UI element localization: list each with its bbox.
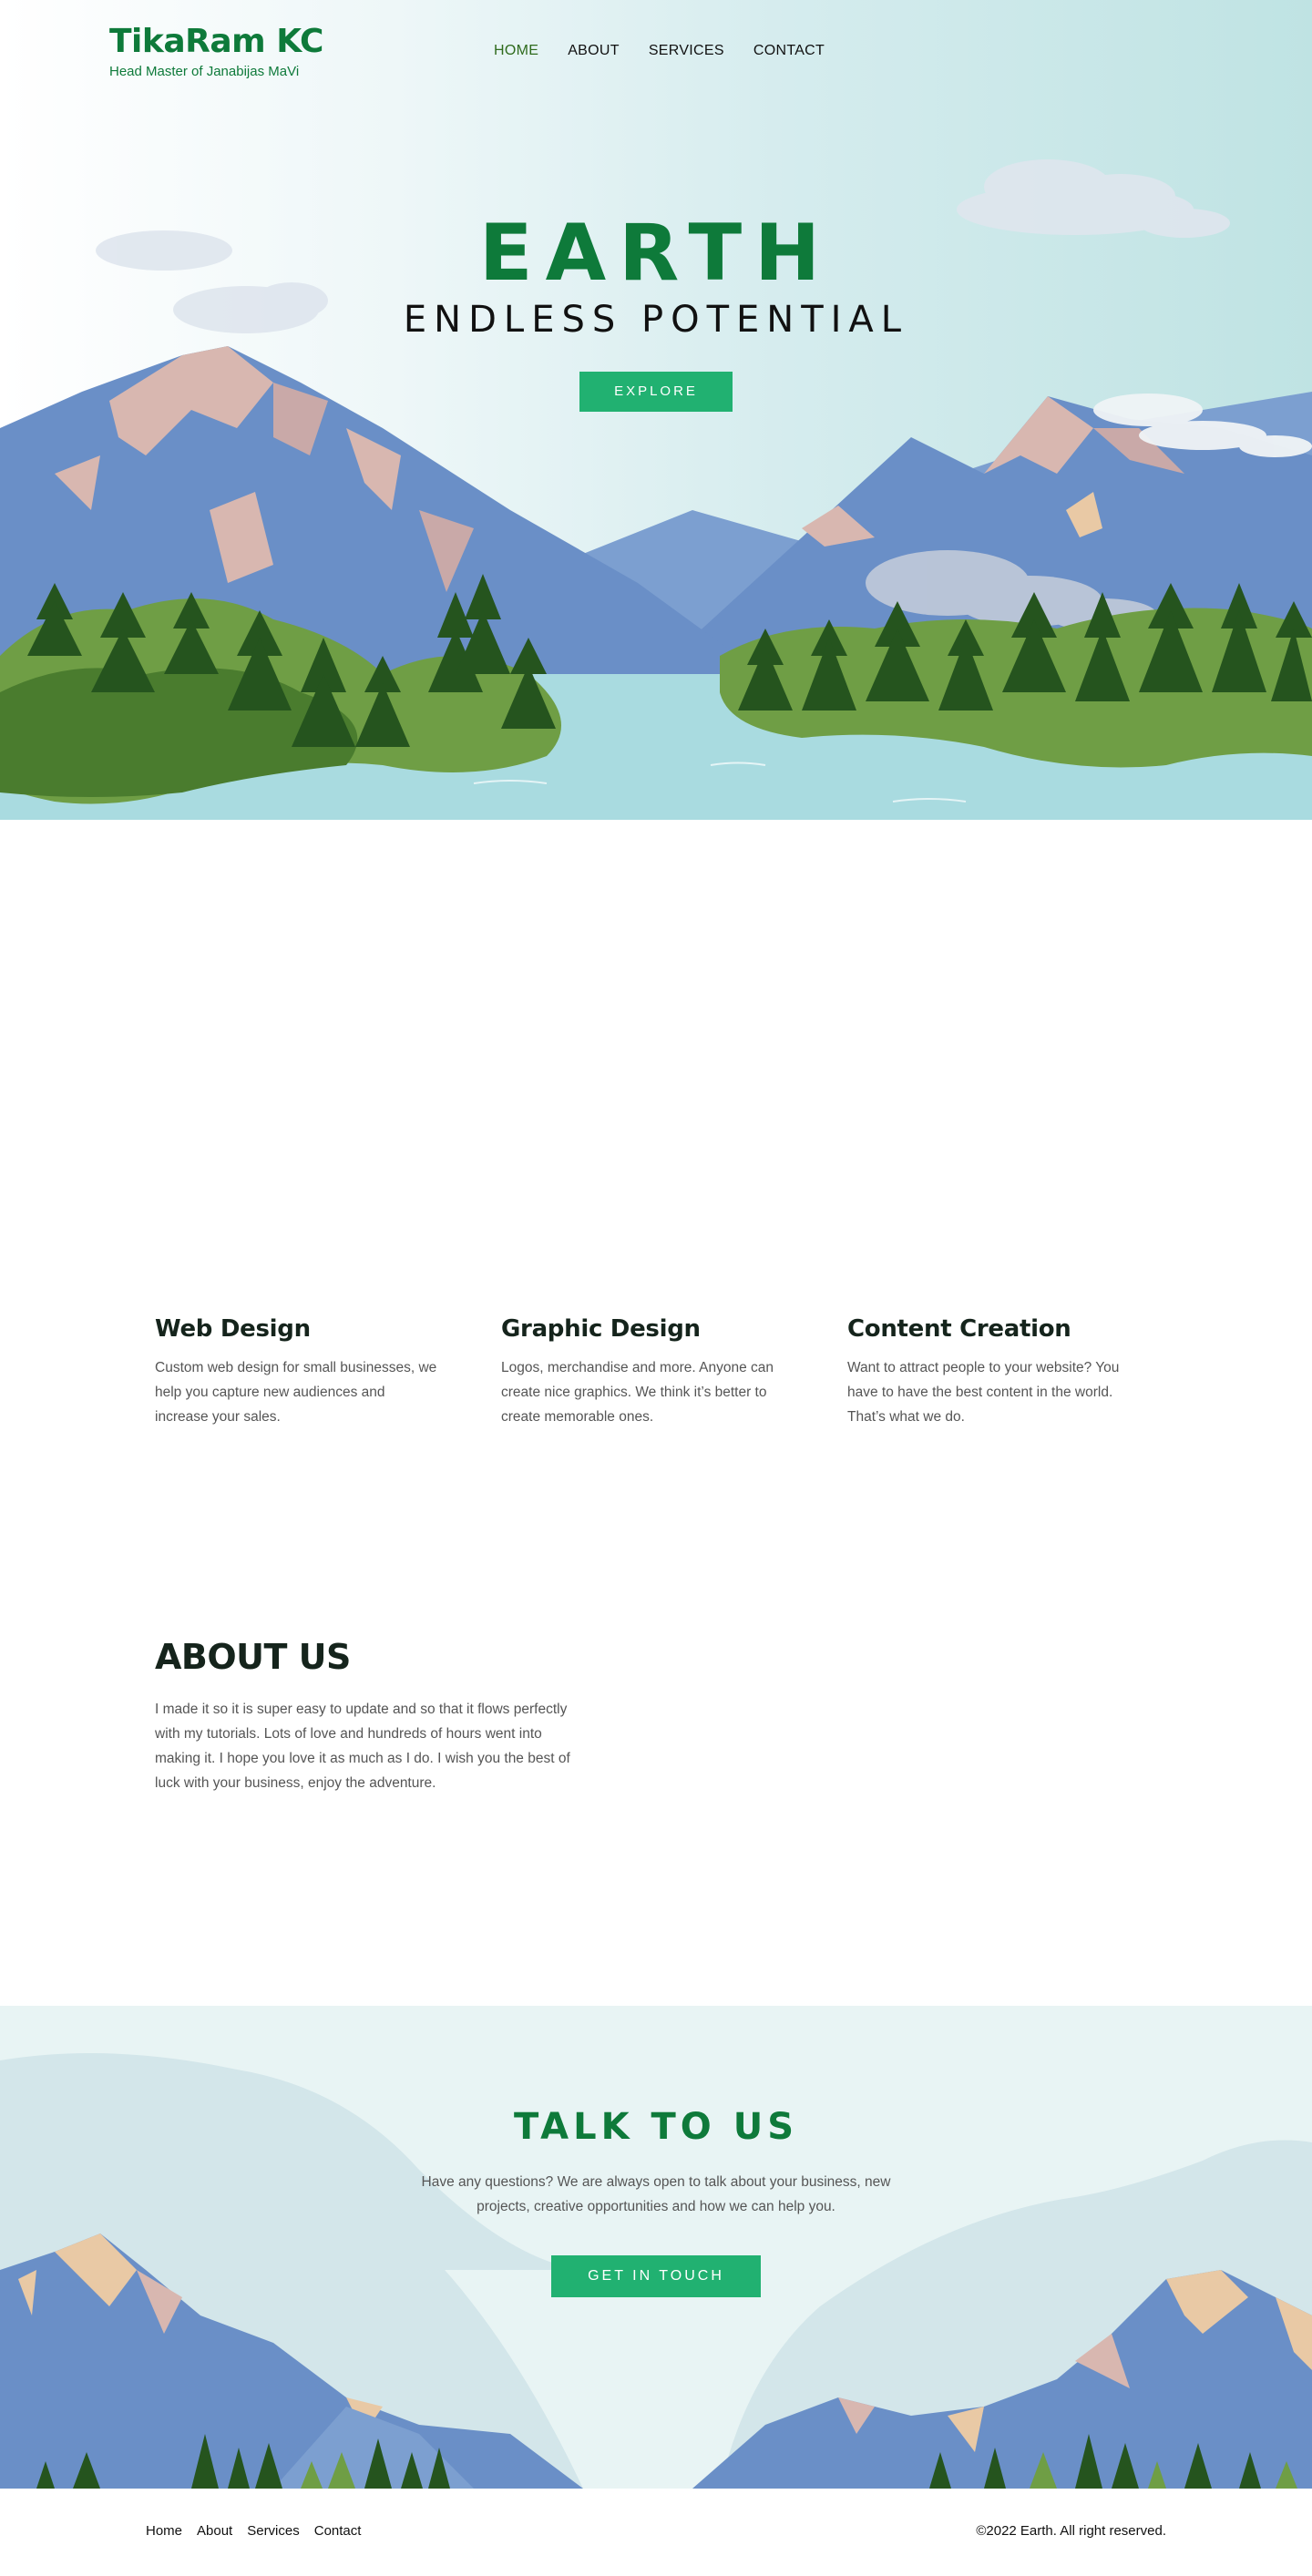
nav-item-about[interactable]: ABOUT (568, 43, 620, 59)
brand[interactable]: TikaRam KC Head Master of Janabijas MaVi (109, 22, 323, 79)
service-title: Web Design (155, 1315, 311, 1343)
explore-button[interactable]: EXPLORE (579, 372, 733, 412)
hero-subtitle: ENDLESS POTENTIAL (403, 299, 909, 341)
service-card-graphic-design: Graphic Design Logos, merchandise and mo… (501, 1315, 784, 1429)
service-card-web-design: Web Design Custom web design for small b… (155, 1315, 437, 1429)
footer-link-contact[interactable]: Contact (314, 2523, 362, 2539)
nav-item-home[interactable]: HOME (494, 43, 538, 59)
contact-section: TALK TO US Have any questions? We are al… (0, 2006, 1312, 2489)
nav-item-contact[interactable]: CONTACT (753, 43, 825, 59)
service-text: Logos, merchandise and more. Anyone can … (501, 1360, 774, 1425)
page: TikaRam KC Head Master of Janabijas MaVi… (0, 0, 1312, 2576)
get-in-touch-button[interactable]: GET IN TOUCH (551, 2255, 761, 2297)
brand-name[interactable]: TikaRam KC (109, 22, 323, 62)
footer-link-home[interactable]: Home (146, 2523, 182, 2539)
about-section: ABOUT US I made it so it is super easy t… (155, 1637, 574, 1795)
hero-section: TikaRam KC Head Master of Janabijas MaVi… (0, 0, 1312, 820)
about-title: ABOUT US (155, 1637, 351, 1677)
footer-link-services[interactable]: Services (247, 2523, 300, 2539)
service-text: Custom web design for small businesses, … (155, 1360, 437, 1425)
about-text: I made it so it is super easy to update … (155, 1702, 570, 1791)
nav-item-services[interactable]: SERVICES (649, 43, 724, 59)
main-nav: HOME ABOUT SERVICES CONTACT (494, 43, 825, 59)
copyright-text: ©2022 Earth. All right reserved. (976, 2523, 1166, 2539)
contact-title: TALK TO US (513, 2106, 799, 2148)
service-text: Want to attract people to your website? … (847, 1360, 1120, 1425)
service-title: Content Creation (847, 1315, 1071, 1343)
footer-nav: Home About Services Contact (146, 2523, 361, 2539)
hero-title: EARTH (478, 208, 834, 299)
footer-link-about[interactable]: About (197, 2523, 232, 2539)
contact-text: Have any questions? We are always open t… (421, 2174, 891, 2214)
service-title: Graphic Design (501, 1315, 701, 1343)
footer: Home About Services Contact ©2022 Earth.… (0, 2489, 1312, 2576)
service-card-content-creation: Content Creation Want to attract people … (847, 1315, 1130, 1429)
contact-landscape-illustration (0, 2053, 1312, 2489)
brand-tagline: Head Master of Janabijas MaVi (109, 64, 300, 79)
